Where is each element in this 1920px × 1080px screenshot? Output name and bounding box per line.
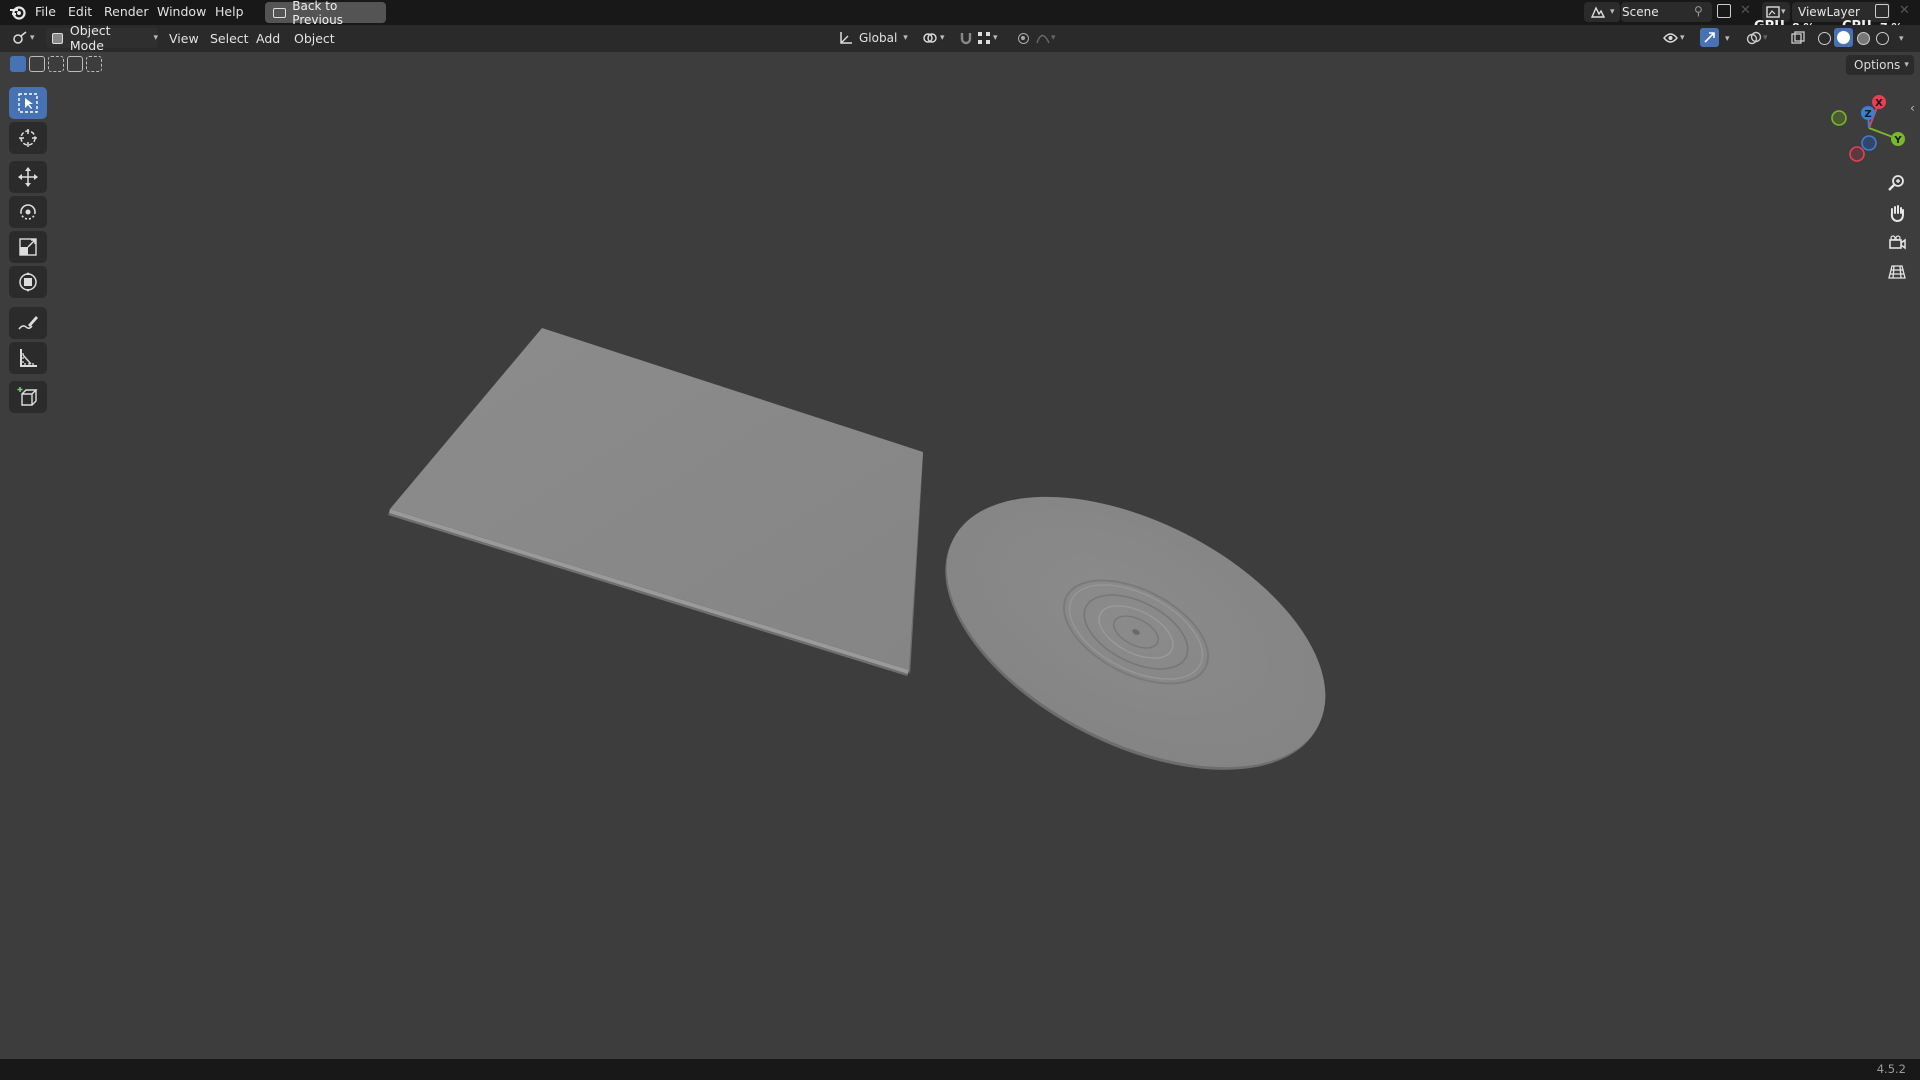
shading-material-button[interactable] [1854, 29, 1872, 47]
wireframe-sphere-icon [1817, 31, 1831, 45]
chevron-down-icon: ▾ [940, 33, 945, 43]
snap-target-dropdown[interactable]: ▾ [977, 29, 1005, 47]
pin-icon[interactable]: ⚲ [1694, 4, 1703, 18]
scene-label: Scene [1622, 5, 1659, 19]
pivot-point-dropdown[interactable]: ▾ [922, 29, 950, 47]
menu-add[interactable]: Add [256, 31, 280, 46]
back-to-previous-label: Back to Previous [292, 0, 344, 27]
options-label: Options [1854, 58, 1901, 72]
gizmo-neg-z-icon[interactable] [1861, 135, 1877, 151]
pan-hand-icon [1890, 205, 1904, 222]
xray-toggle[interactable] [1789, 29, 1807, 47]
navigation-gizmo[interactable]: X Y Z [1822, 88, 1912, 168]
editor-type-dropdown[interactable]: ▾ [12, 29, 40, 47]
menu-edit[interactable]: Edit [68, 4, 92, 19]
chevron-down-icon: ▾ [993, 33, 998, 43]
proportional-icon [1017, 32, 1029, 44]
vinyl-record-object[interactable] [902, 441, 1369, 826]
visibility-dropdown[interactable]: ▾ [1663, 29, 1691, 47]
pivot-icon [923, 33, 937, 43]
chevron-down-icon: ▾ [903, 33, 908, 43]
chevron-down-icon: ▾ [1904, 60, 1909, 70]
chevron-down-icon: ▾ [30, 33, 35, 43]
solid-sphere-icon [1837, 31, 1850, 44]
viewport-scene[interactable] [0, 52, 1920, 1059]
shading-rendered-button[interactable] [1873, 29, 1891, 47]
perspective-toggle-button[interactable] [1884, 259, 1910, 285]
view-layer-label: ViewLayer [1798, 5, 1860, 19]
menu-render[interactable]: Render [104, 4, 149, 19]
close-scene-icon[interactable]: ✕ [1740, 3, 1751, 18]
snap-toggle[interactable] [957, 29, 975, 47]
overlay-circles-icon [1746, 31, 1762, 45]
options-dropdown[interactable]: Options ▾ [1846, 55, 1914, 75]
orientation-axes-icon [840, 32, 852, 44]
viewport-header: ▾ Object Mode ▾ View Select Add Object G… [0, 23, 1920, 53]
sidebar-toggle-icon[interactable]: ‹ [1910, 101, 1915, 115]
gizmo-neg-x-icon[interactable] [1849, 146, 1865, 162]
magnet-icon [960, 33, 972, 45]
pan-button[interactable] [1884, 200, 1910, 226]
material-sphere-icon [1856, 31, 1870, 45]
record-sleeve-object[interactable] [388, 328, 923, 676]
zoom-icon [1888, 175, 1904, 191]
close-view-layer-icon[interactable]: ✕ [1899, 3, 1910, 18]
menu-window[interactable]: Window [157, 4, 206, 19]
transform-orientation-dropdown[interactable]: Global ▾ [838, 28, 914, 48]
scene-icon [1590, 6, 1606, 18]
shading-solid-button[interactable] [1834, 28, 1853, 47]
chevron-down-icon: ▾ [1763, 33, 1768, 43]
status-bar: 4.5.2 [0, 1059, 1920, 1080]
gizmo-y-label: Y [1893, 135, 1902, 146]
menu-file[interactable]: File [35, 4, 56, 19]
3d-viewport-icon [13, 31, 27, 44]
chevron-down-icon[interactable]: ▾ [1725, 34, 1730, 44]
overlays-toggle[interactable]: ▾ [1746, 29, 1774, 47]
falloff-curve-icon [1036, 34, 1050, 44]
camera-view-button[interactable] [1884, 230, 1910, 256]
shading-options-chevron-icon[interactable]: ▾ [1899, 34, 1904, 44]
object-mode-dropdown[interactable]: Object Mode ▾ [46, 23, 158, 53]
gizmo-z-label: Z [1864, 109, 1871, 120]
menu-view[interactable]: View [169, 31, 199, 46]
chevron-down-icon: ▾ [1680, 33, 1685, 43]
menu-help[interactable]: Help [215, 4, 244, 19]
blender-logo-icon[interactable] [9, 4, 27, 21]
gizmo-x-label: X [1875, 98, 1883, 109]
chevron-down-icon: ▾ [1610, 7, 1615, 17]
view-layer-icon [1766, 5, 1780, 18]
object-mode-icon [52, 32, 63, 44]
menu-object[interactable]: Object [294, 31, 335, 46]
orientation-label: Global [859, 31, 898, 45]
gizmo-toggle[interactable] [1700, 28, 1719, 47]
proportional-editing-toggle[interactable] [1014, 29, 1032, 47]
gizmo-neg-y-icon[interactable] [1831, 110, 1847, 126]
new-view-layer-button[interactable] [1875, 4, 1889, 18]
screen-icon [273, 7, 287, 18]
snap-grid-icon [978, 32, 990, 44]
back-to-previous-button[interactable]: Back to Previous [265, 0, 386, 27]
gizmo-icon [1704, 32, 1715, 43]
falloff-dropdown[interactable]: ▾ [1036, 29, 1062, 47]
new-scene-button[interactable] [1717, 4, 1731, 18]
xray-icon [1791, 31, 1805, 44]
zoom-button[interactable] [1884, 170, 1910, 196]
shading-wireframe-button[interactable] [1815, 29, 1833, 47]
eye-icon [1663, 33, 1678, 43]
version-label: 4.5.2 [1876, 1062, 1906, 1076]
chevron-down-icon: ▾ [1051, 33, 1056, 43]
menu-select[interactable]: Select [210, 31, 249, 46]
chevron-down-icon: ▾ [153, 33, 158, 43]
scene-type-dropdown[interactable]: ▾ [1584, 2, 1620, 22]
grid-perspective-icon [1888, 265, 1906, 279]
chevron-down-icon: ▾ [1781, 7, 1786, 17]
rendered-sphere-icon [1875, 31, 1889, 45]
camera-icon [1889, 235, 1906, 250]
top-menu-bar: File Edit Render Window Help Back to Pre… [0, 0, 1920, 27]
object-mode-label: Object Mode [69, 23, 111, 53]
